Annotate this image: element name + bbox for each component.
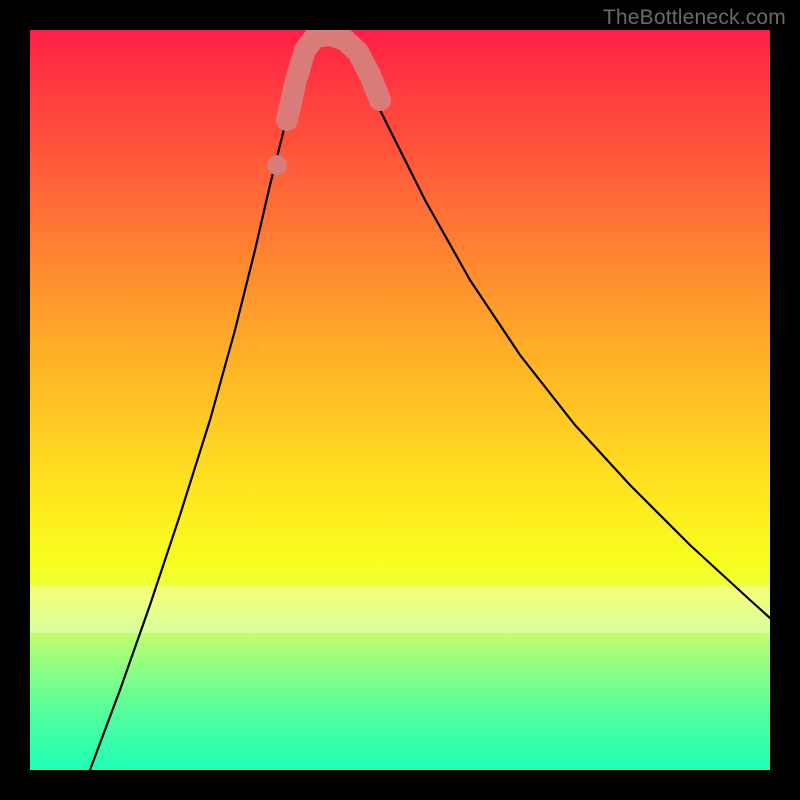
chart-svg xyxy=(30,30,770,770)
watermark-text: TheBottleneck.com xyxy=(603,6,786,30)
plot-area xyxy=(30,30,770,770)
highlight-dot xyxy=(267,155,287,175)
highlight-segment xyxy=(287,35,380,120)
highlight-band xyxy=(30,585,770,633)
bottleneck-curve xyxy=(90,35,770,770)
